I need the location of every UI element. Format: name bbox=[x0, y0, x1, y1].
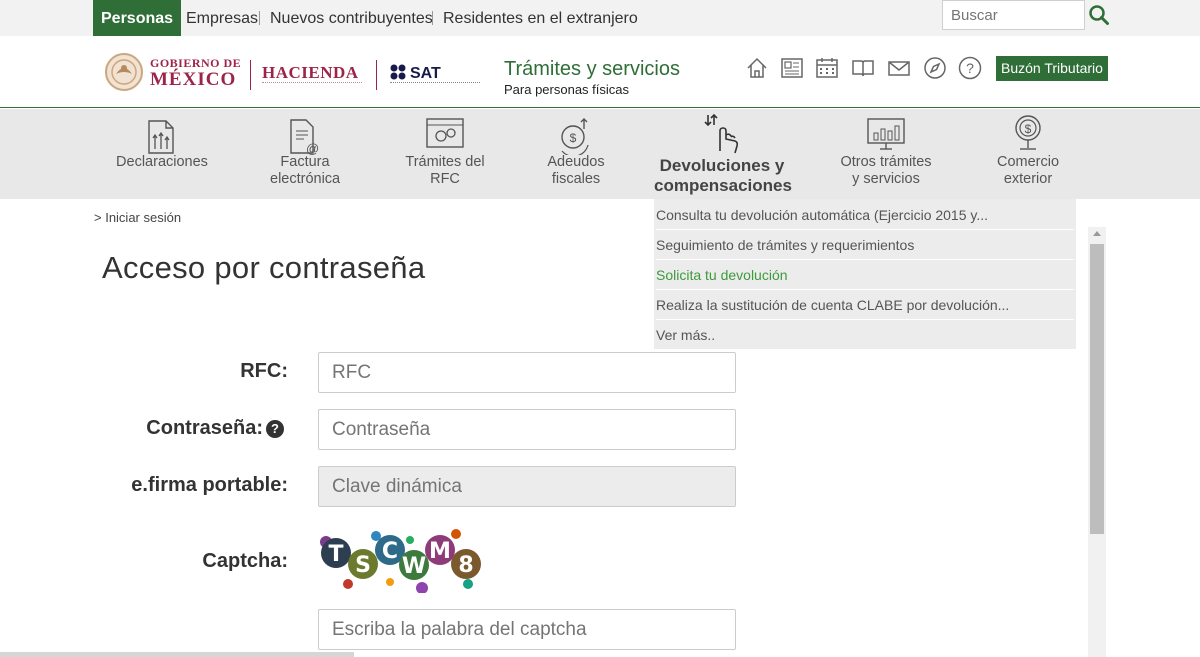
otros-icon bbox=[867, 118, 905, 150]
eagle-seal-icon bbox=[105, 53, 143, 91]
news-button[interactable] bbox=[780, 56, 804, 80]
compass-icon bbox=[924, 57, 946, 79]
dropdown-item-solicita-devolucion[interactable]: Solicita tu devolución bbox=[656, 260, 1074, 290]
nav-comercio-exterior[interactable]: $ Comercio exterior bbox=[982, 109, 1074, 199]
nav-label: Factura electrónica bbox=[270, 154, 341, 187]
dropdown-item-seguimiento[interactable]: Seguimiento de trámites y requerimientos bbox=[656, 230, 1074, 260]
rfc-label: RFC: bbox=[240, 360, 288, 382]
dropdown-item-sustitucion-clabe[interactable]: Realiza la sustitución de cuenta CLABE p… bbox=[656, 290, 1074, 320]
captcha-char-4: W bbox=[402, 554, 426, 579]
logo-divider bbox=[250, 60, 251, 90]
help-icon: ? bbox=[958, 56, 982, 80]
sat-logo[interactable]: SAT bbox=[390, 64, 441, 83]
gob-line-2: MÉXICO bbox=[150, 69, 237, 90]
adeudos-icon: $ bbox=[561, 118, 589, 155]
calendar-icon bbox=[816, 58, 838, 78]
password-input[interactable] bbox=[318, 409, 736, 450]
tab-nuevos-contribuyentes[interactable]: Nuevos contribuyentes bbox=[270, 0, 433, 36]
nav-label: Adeudos fiscales bbox=[547, 154, 605, 187]
tab-empresas[interactable]: Empresas bbox=[186, 0, 258, 36]
nav-label: Otros trámites y servicios bbox=[840, 154, 932, 187]
captcha-image: T S C W M 8 bbox=[318, 528, 488, 594]
gobierno-de-mexico-text: GOBIERNO DE MÉXICO bbox=[150, 57, 241, 89]
home-icon bbox=[747, 57, 767, 78]
hacienda-logo[interactable]: HACIENDA bbox=[262, 63, 359, 83]
search-button[interactable] bbox=[1088, 4, 1110, 26]
breadcrumb[interactable]: > Iniciar sesión bbox=[94, 210, 181, 225]
nav-label: Comercio exterior bbox=[996, 154, 1060, 187]
nav-adeudos-fiscales[interactable]: $ Adeudos fiscales bbox=[530, 109, 622, 199]
hacienda-subtitle-line bbox=[262, 82, 362, 85]
separator bbox=[432, 11, 433, 25]
nav-tramites-rfc[interactable]: Trámites del RFC bbox=[395, 109, 495, 199]
home-button[interactable] bbox=[745, 56, 769, 80]
tab-residentes-extranjero[interactable]: Residentes en el extranjero bbox=[443, 0, 638, 36]
top-bar: Personas Empresas Nuevos contribuyentes … bbox=[0, 0, 1200, 36]
captcha-char-5: M bbox=[429, 539, 451, 564]
compass-button[interactable] bbox=[923, 56, 947, 80]
captcha-label: Captcha: bbox=[202, 550, 288, 572]
main-nav: Declaraciones @ Factura electrónica Trám… bbox=[0, 109, 1200, 199]
efirma-label: e.firma portable: bbox=[131, 474, 288, 496]
devoluciones-icon bbox=[704, 113, 739, 154]
dropdown-item-ver-mas[interactable]: Ver más.. bbox=[656, 320, 1074, 350]
nav-label: Devoluciones y compensaciones bbox=[654, 156, 792, 195]
sat-mark-icon bbox=[390, 64, 406, 80]
section-title: Trámites y servicios bbox=[504, 58, 680, 80]
newspaper-icon bbox=[781, 58, 803, 78]
sat-text: SAT bbox=[410, 65, 441, 82]
devoluciones-dropdown: Consulta tu devolución automática (Ejerc… bbox=[654, 199, 1076, 349]
book-button[interactable] bbox=[851, 56, 875, 80]
scroll-up-arrow-icon[interactable] bbox=[1093, 231, 1101, 236]
buzon-tributario-button[interactable]: Buzón Tributario bbox=[996, 56, 1108, 81]
help-button[interactable]: ? bbox=[958, 56, 982, 80]
captcha-graphic: T S C W M 8 bbox=[320, 529, 481, 594]
nav-factura-electronica[interactable]: @ Factura electrónica bbox=[255, 109, 355, 199]
logo-divider bbox=[376, 60, 377, 90]
page-title: Acceso por contraseña bbox=[102, 250, 426, 285]
captcha-char-1: T bbox=[328, 542, 343, 567]
svg-text:$: $ bbox=[570, 131, 577, 145]
nav-otros-tramites[interactable]: Otros trámites y servicios bbox=[830, 109, 942, 199]
password-label: Contraseña: bbox=[146, 417, 263, 439]
declaraciones-icon bbox=[148, 120, 174, 154]
book-icon bbox=[852, 60, 874, 77]
mail-button[interactable] bbox=[887, 56, 911, 80]
rfc-icon bbox=[426, 118, 464, 148]
captcha-char-3: C bbox=[382, 539, 398, 564]
nav-devoluciones-compensaciones[interactable]: Devoluciones y compensaciones bbox=[654, 109, 792, 199]
comercio-icon: $ bbox=[1015, 115, 1041, 150]
nav-label: Declaraciones bbox=[116, 154, 208, 170]
search-icon bbox=[1089, 5, 1109, 25]
svg-text:?: ? bbox=[966, 60, 974, 76]
rfc-input[interactable] bbox=[318, 352, 736, 393]
calendar-button[interactable] bbox=[815, 56, 839, 80]
search-input[interactable] bbox=[942, 0, 1085, 30]
nav-label: Trámites del RFC bbox=[405, 154, 485, 187]
scrollbar-thumb[interactable] bbox=[1090, 244, 1104, 534]
dynamic-key-input bbox=[318, 466, 736, 507]
captcha-char-2: S bbox=[355, 553, 371, 578]
password-help-icon[interactable]: ? bbox=[266, 420, 284, 438]
vertical-scrollbar[interactable] bbox=[1088, 227, 1106, 657]
svg-text:$: $ bbox=[1025, 122, 1032, 136]
gobierno-de-mexico-logo[interactable] bbox=[104, 52, 144, 97]
mail-icon bbox=[888, 61, 910, 76]
tab-personas[interactable]: Personas bbox=[93, 0, 182, 36]
section-subtitle: Para personas físicas bbox=[504, 82, 630, 97]
dropdown-item-consulta-devolucion[interactable]: Consulta tu devolución automática (Ejerc… bbox=[656, 200, 1074, 230]
captcha-char-6: 8 bbox=[458, 553, 473, 578]
nav-declaraciones[interactable]: Declaraciones bbox=[104, 109, 220, 199]
gob-line-1: GOBIERNO DE bbox=[150, 56, 242, 70]
captcha-input[interactable] bbox=[318, 609, 736, 650]
sat-subtitle-line bbox=[390, 82, 480, 83]
separator bbox=[259, 11, 260, 25]
factura-icon: @ bbox=[290, 119, 319, 156]
horizontal-scrollbar[interactable] bbox=[0, 652, 354, 657]
